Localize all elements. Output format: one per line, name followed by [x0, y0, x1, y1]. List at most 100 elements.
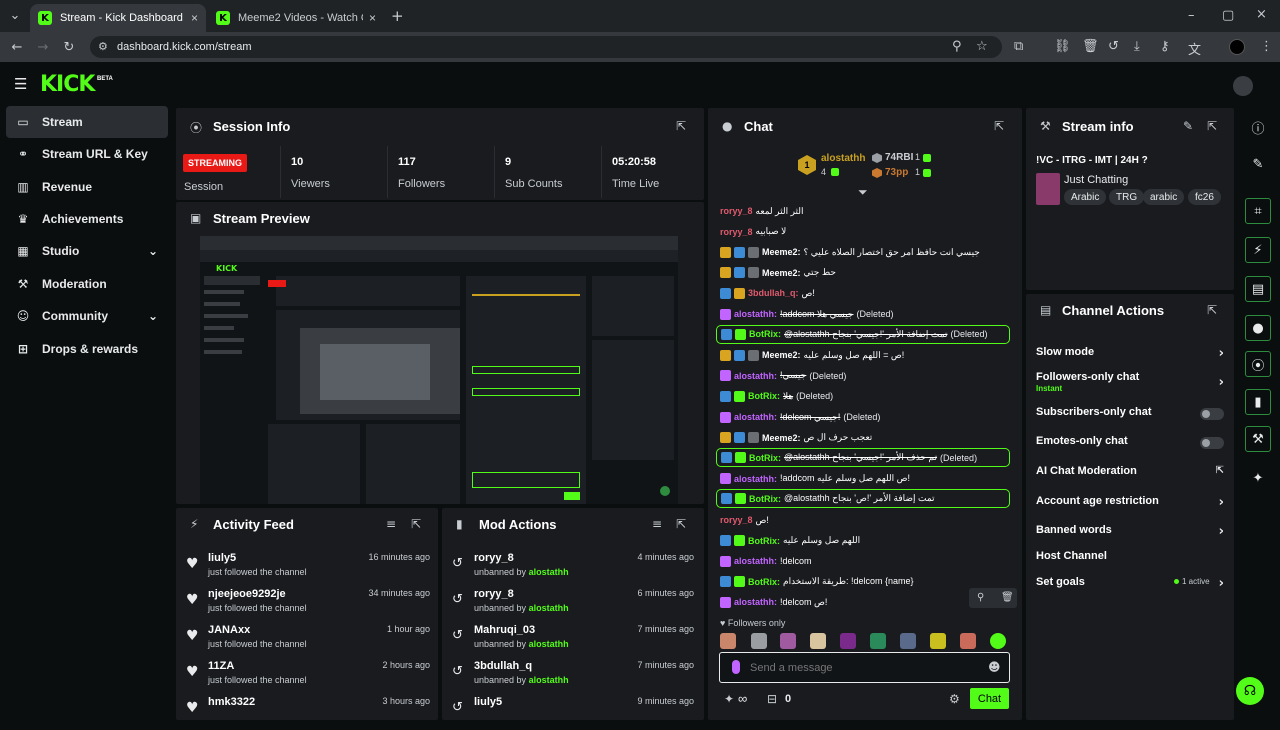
- chat-username[interactable]: Meeme2:: [762, 350, 801, 360]
- popout-icon[interactable]: ⇱: [411, 517, 421, 531]
- chat-input-box[interactable]: ☻: [719, 652, 1010, 683]
- stream-tag[interactable]: fc26: [1188, 189, 1221, 205]
- ai-moderation-action[interactable]: AI Chat Moderation ⇱: [1036, 465, 1224, 487]
- filter-icon[interactable]: ≡: [652, 517, 662, 531]
- chat-message[interactable]: alostathh: !delcom: [716, 551, 1010, 571]
- emote[interactable]: [751, 633, 767, 649]
- popout-icon[interactable]: ⇱: [1207, 303, 1217, 317]
- forward-icon[interactable]: →: [34, 38, 52, 56]
- chat-username[interactable]: 3bdullah_q:: [748, 288, 799, 298]
- chat-message[interactable]: BotRix: @alostathh تم حذف الأمر '!جيسي' ب…: [716, 448, 1010, 468]
- popout-icon[interactable]: ⇱: [676, 119, 686, 133]
- popout-icon[interactable]: ⇱: [676, 517, 686, 531]
- pin-icon[interactable]: ⚲: [977, 592, 984, 603]
- chat-username[interactable]: BotRix:: [748, 391, 780, 401]
- profile-avatar[interactable]: [1229, 39, 1245, 55]
- chat-message[interactable]: Meeme2: تعجب حرف ال ص: [716, 428, 1010, 448]
- emote[interactable]: [810, 633, 826, 649]
- emoji-icon[interactable]: ☻: [988, 660, 1001, 674]
- chat-username[interactable]: alostathh:: [734, 474, 777, 484]
- send-chat-button[interactable]: Chat: [970, 688, 1009, 709]
- minimize-icon[interactable]: –: [1188, 8, 1195, 23]
- leaderboard-user[interactable]: 73pp: [885, 167, 908, 178]
- tab-search-icon[interactable]: ⌄: [6, 6, 24, 24]
- chat-username[interactable]: Meeme2:: [762, 268, 801, 278]
- chat-message[interactable]: BotRix: @alostathh تمت إضافة الأمر '!جيسي…: [716, 324, 1010, 344]
- chat-message[interactable]: Meeme2: جيسي انت حافظ امر حق اختصار الصلا…: [716, 242, 1010, 262]
- download-icon[interactable]: ⤓: [1134, 39, 1140, 54]
- chat-message[interactable]: alostathh: !جيسي (Deleted): [716, 366, 1010, 386]
- chat-username[interactable]: BotRix:: [748, 536, 780, 546]
- gift-box-icon[interactable]: ⊟: [767, 692, 777, 706]
- banned-words-action[interactable]: Banned words ›: [1036, 524, 1224, 546]
- chat-message[interactable]: alostathh: !delcom ص!: [716, 592, 1010, 612]
- emote[interactable]: [900, 633, 916, 649]
- emote[interactable]: [930, 633, 946, 649]
- close-tab-icon[interactable]: ×: [191, 11, 198, 25]
- browser-tab-stream[interactable]: K Stream - Kick Dashboard ×: [30, 4, 206, 32]
- popout-icon[interactable]: ⇱: [994, 119, 1004, 133]
- bookmark-star-icon[interactable]: ☆: [976, 39, 988, 54]
- browser-tab-videos[interactable]: K Meeme2 Videos - Watch On-De ×: [208, 4, 384, 32]
- info-icon[interactable]: ⓘ: [1240, 111, 1276, 143]
- trash-icon[interactable]: 🗑: [1082, 39, 1099, 54]
- chat-icon[interactable]: ●: [1245, 315, 1271, 341]
- emote[interactable]: [720, 633, 736, 649]
- chat-username[interactable]: Meeme2:: [762, 433, 801, 443]
- chat-username[interactable]: alostathh:: [734, 371, 777, 381]
- zoom-icon[interactable]: ⚲: [952, 39, 962, 54]
- collapse-icon[interactable]: ⏷: [858, 185, 868, 200]
- chat-message[interactable]: alostathh: !addcom جيسي هلا (Deleted): [716, 304, 1010, 324]
- chat-settings-gear-icon[interactable]: ⚙: [949, 692, 960, 706]
- sidebar-item-stream-url[interactable]: ⚭ Stream URL & Key: [6, 138, 168, 170]
- user-avatar[interactable]: [1233, 76, 1253, 96]
- emotes-only-toggle[interactable]: [1200, 437, 1224, 449]
- wrench-icon[interactable]: ⚒: [1245, 426, 1271, 452]
- chat-message[interactable]: BotRix: @alostathh تمت إضافة الأمر '!ص' ب…: [716, 489, 1010, 509]
- slow-mode-action[interactable]: Slow mode ›: [1036, 346, 1224, 368]
- chat-message[interactable]: BotRix: طريقة الاستخدام: !delcom {name}: [716, 572, 1010, 592]
- delete-icon[interactable]: 🗑: [1001, 592, 1014, 603]
- more-actions-icon[interactable]: ✦: [1240, 462, 1276, 494]
- notes-icon[interactable]: ▤: [1245, 276, 1271, 302]
- chat-message[interactable]: Meeme2: ص = اللهم صل وسلم عليه!: [716, 345, 1010, 365]
- chat-message[interactable]: BotRix: اللهم صل وسلم عليه: [716, 531, 1010, 551]
- set-goals-action[interactable]: Set goals 1 active ›: [1036, 576, 1224, 598]
- back-icon[interactable]: ←: [8, 38, 26, 56]
- chat-username[interactable]: alostathh:: [734, 556, 777, 566]
- reload-icon[interactable]: ↻: [60, 38, 78, 56]
- stream-tag[interactable]: Arabic: [1064, 189, 1107, 205]
- chat-username[interactable]: roryy_8: [720, 206, 753, 216]
- chat-message[interactable]: alostathh: !addcom ص اللهم صل وسلم عليه!: [716, 469, 1010, 489]
- sidebar-item-revenue[interactable]: ▥ Revenue: [6, 171, 168, 203]
- chat-message[interactable]: roryy_8 الثر الثر لمعه: [716, 201, 1010, 221]
- menu-kebab-icon[interactable]: ⋮: [1260, 39, 1273, 54]
- history-icon[interactable]: ↺: [1108, 39, 1119, 54]
- chat-username[interactable]: BotRix:: [749, 329, 781, 339]
- sidebar-item-drops[interactable]: ⊞ Drops & rewards: [6, 333, 168, 365]
- sidebar-item-stream[interactable]: ▭ Stream: [6, 106, 168, 138]
- host-channel-action[interactable]: Host Channel: [1036, 550, 1224, 572]
- leaderboard-user[interactable]: 74RBI: [885, 152, 913, 163]
- emote[interactable]: [870, 633, 886, 649]
- chat-username[interactable]: BotRix:: [749, 494, 781, 504]
- sidebar-item-achievements[interactable]: ♛ Achievements: [6, 203, 168, 235]
- chat-username[interactable]: roryy_8: [720, 515, 753, 525]
- popout-icon[interactable]: ⇱: [1207, 119, 1217, 133]
- emote[interactable]: [960, 633, 976, 649]
- subscribers-only-toggle[interactable]: [1200, 408, 1224, 420]
- edit-pencil-icon[interactable]: ✎: [1240, 148, 1276, 180]
- chat-message[interactable]: BotRix: هلا (Deleted): [716, 386, 1010, 406]
- translate-icon[interactable]: 文: [1188, 39, 1201, 58]
- clip-icon[interactable]: ⌗: [1245, 198, 1271, 224]
- filter-icon[interactable]: ≡: [386, 517, 396, 531]
- chat-message[interactable]: Meeme2: حط جتي: [716, 263, 1010, 283]
- maximize-icon[interactable]: ▢: [1222, 8, 1234, 23]
- account-age-action[interactable]: Account age restriction ›: [1036, 495, 1224, 517]
- extensions-icon[interactable]: ⧉: [1014, 39, 1023, 54]
- chat-username[interactable]: alostathh:: [734, 597, 777, 607]
- site-info-icon[interactable]: ⚙: [98, 40, 108, 53]
- emote[interactable]: [990, 633, 1006, 649]
- chat-username[interactable]: BotRix:: [748, 577, 780, 587]
- chat-username[interactable]: alostathh:: [734, 412, 777, 422]
